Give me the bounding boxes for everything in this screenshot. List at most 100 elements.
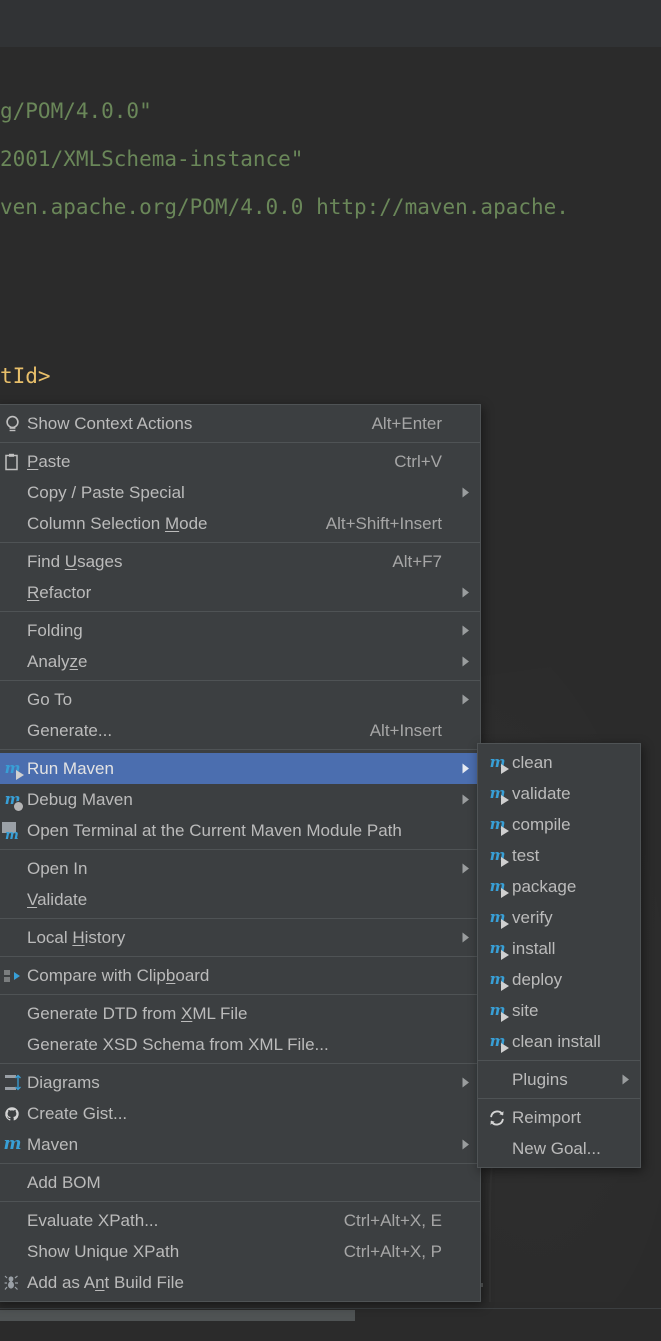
- menu-item-clean[interactable]: m clean: [478, 747, 640, 778]
- menu-item-site[interactable]: m site: [478, 995, 640, 1026]
- menu-item-column-selection-mode[interactable]: Column Selection Mode Alt+Shift+Insert: [0, 508, 480, 539]
- maven-goal-icon: m: [486, 753, 509, 774]
- submenu-arrow-icon: [456, 932, 470, 943]
- submenu-arrow-icon: [456, 1077, 470, 1088]
- menu-item-diagrams[interactable]: Diagrams: [0, 1067, 480, 1098]
- menu-item-label: Create Gist...: [27, 1103, 128, 1123]
- submenu-arrow-icon: [456, 694, 470, 705]
- menu-item-debug-maven[interactable]: m Debug Maven: [0, 784, 480, 815]
- menu-separator: [478, 1060, 640, 1061]
- no-icon: [1, 890, 23, 910]
- menu-separator: [0, 749, 480, 750]
- menu-item-label: Compare with Clipboard: [27, 965, 210, 985]
- maven-goal-icon: m: [486, 939, 509, 960]
- menu-item-clean-install[interactable]: m clean install: [478, 1026, 640, 1057]
- maven-debug-icon: m: [1, 790, 23, 811]
- menu-item-validate[interactable]: Validate: [0, 884, 480, 915]
- menu-item-open-terminal-at-the-current-maven-module-path[interactable]: m Open Terminal at the Current Maven Modu…: [0, 815, 480, 846]
- menu-item-label: test: [512, 845, 540, 865]
- menu-item-show-context-actions[interactable]: Show Context Actions Alt+Enter: [0, 408, 480, 439]
- menu-item-evaluate-xpath[interactable]: Evaluate XPath... Ctrl+Alt+X, E: [0, 1205, 480, 1236]
- no-icon: [1, 1173, 23, 1193]
- run-maven-submenu[interactable]: m clean m validate m compile m test m package m ver…: [477, 743, 641, 1168]
- editor-context-menu[interactable]: Show Context Actions Alt+Enter Paste Ctrl+V…: [0, 404, 481, 1302]
- menu-item-shortcut: Ctrl+V: [394, 451, 442, 471]
- menu-item-folding[interactable]: Folding: [0, 615, 480, 646]
- menu-item-label: Generate DTD from XML File: [27, 1003, 248, 1023]
- menu-item-label: Run Maven: [27, 758, 114, 778]
- menu-item-label: Generate XSD Schema from XML File...: [27, 1034, 329, 1054]
- menu-item-shortcut: Alt+Shift+Insert: [325, 513, 442, 533]
- menu-item-show-unique-xpath[interactable]: Show Unique XPath Ctrl+Alt+X, P: [0, 1236, 480, 1267]
- menu-item-refactor[interactable]: Refactor: [0, 577, 480, 608]
- horizontal-scrollbar-thumb[interactable]: [0, 1310, 355, 1321]
- menu-item-package[interactable]: m package: [478, 871, 640, 902]
- menu-item-plugins[interactable]: Plugins: [478, 1064, 640, 1095]
- menu-item-label: Add BOM: [27, 1172, 101, 1192]
- maven-goal-icon: m: [486, 970, 509, 991]
- ant-icon: [1, 1273, 23, 1293]
- menu-separator: [0, 442, 480, 443]
- menu-item-create-gist[interactable]: Create Gist...: [0, 1098, 480, 1129]
- menu-item-paste[interactable]: Paste Ctrl+V: [0, 446, 480, 477]
- menu-item-test[interactable]: m test: [478, 840, 640, 871]
- maven-goal-icon: m: [486, 784, 509, 805]
- menu-item-reimport[interactable]: Reimport: [478, 1102, 640, 1133]
- menu-item-label: package: [512, 876, 577, 896]
- maven-goal-icon: m: [486, 846, 509, 867]
- maven-goal-icon: m: [486, 1032, 509, 1053]
- menu-item-label: Local History: [27, 927, 126, 947]
- menu-item-new-goal[interactable]: New Goal...: [478, 1133, 640, 1164]
- menu-item-compare-with-clipboard[interactable]: Compare with Clipboard: [0, 960, 480, 991]
- menu-item-add-as-ant-build-file[interactable]: Add as Ant Build File: [0, 1267, 480, 1298]
- menu-item-generate-dtd-from-xml-file[interactable]: Generate DTD from XML File: [0, 998, 480, 1029]
- compare-icon: [1, 966, 23, 986]
- menu-item-label: Refactor: [27, 582, 92, 602]
- menu-item-label: Show Context Actions: [27, 413, 193, 433]
- menu-separator: [0, 1163, 480, 1164]
- submenu-arrow-icon: [456, 487, 470, 498]
- submenu-arrow-icon: [456, 794, 470, 805]
- code-line-3: tId>: [0, 364, 51, 388]
- menu-item-find-usages[interactable]: Find Usages Alt+F7: [0, 546, 480, 577]
- no-icon: [1, 1035, 23, 1055]
- menu-separator: [0, 1063, 480, 1064]
- menu-item-maven[interactable]: m Maven: [0, 1129, 480, 1160]
- no-icon: [1, 1004, 23, 1024]
- menu-item-verify[interactable]: m verify: [478, 902, 640, 933]
- menu-item-compile[interactable]: m compile: [478, 809, 640, 840]
- no-icon: [1, 652, 23, 672]
- menu-item-run-maven[interactable]: m Run Maven: [0, 753, 480, 784]
- menu-item-shortcut: Alt+Insert: [369, 720, 442, 740]
- menu-item-go-to[interactable]: Go To: [0, 684, 480, 715]
- menu-item-generate[interactable]: Generate... Alt+Insert: [0, 715, 480, 746]
- menu-separator: [0, 849, 480, 850]
- menu-item-copy-paste-special[interactable]: Copy / Paste Special: [0, 477, 480, 508]
- menu-item-label: Evaluate XPath...: [27, 1210, 159, 1230]
- menu-item-label: Plugins: [512, 1069, 568, 1089]
- menu-item-label: Add as Ant Build File: [27, 1272, 184, 1292]
- submenu-arrow-icon: [616, 1074, 630, 1085]
- menu-item-open-in[interactable]: Open In: [0, 853, 480, 884]
- menu-separator: [0, 680, 480, 681]
- menu-item-analyze[interactable]: Analyze: [0, 646, 480, 677]
- menu-item-add-bom[interactable]: Add BOM: [0, 1167, 480, 1198]
- menu-item-label: install: [512, 938, 556, 958]
- editor-tab-strip[interactable]: [0, 5, 661, 47]
- no-icon: [1, 1211, 23, 1231]
- menu-separator: [478, 1098, 640, 1099]
- menu-separator: [0, 542, 480, 543]
- menu-item-label: verify: [512, 907, 553, 927]
- code-line-0: g/POM/4.0.0": [0, 99, 152, 123]
- no-icon: [486, 1070, 508, 1090]
- menu-item-validate[interactable]: m validate: [478, 778, 640, 809]
- menu-item-install[interactable]: m install: [478, 933, 640, 964]
- menu-item-label: Go To: [27, 689, 73, 709]
- menu-item-label: Paste: [27, 451, 71, 471]
- menu-item-local-history[interactable]: Local History: [0, 922, 480, 953]
- menu-item-generate-xsd-schema-from-xml-file[interactable]: Generate XSD Schema from XML File...: [0, 1029, 480, 1060]
- maven-goal-icon: m: [486, 877, 509, 898]
- menu-item-deploy[interactable]: m deploy: [478, 964, 640, 995]
- menu-item-label: Show Unique XPath: [27, 1241, 180, 1261]
- menu-item-label: Open In: [27, 858, 88, 878]
